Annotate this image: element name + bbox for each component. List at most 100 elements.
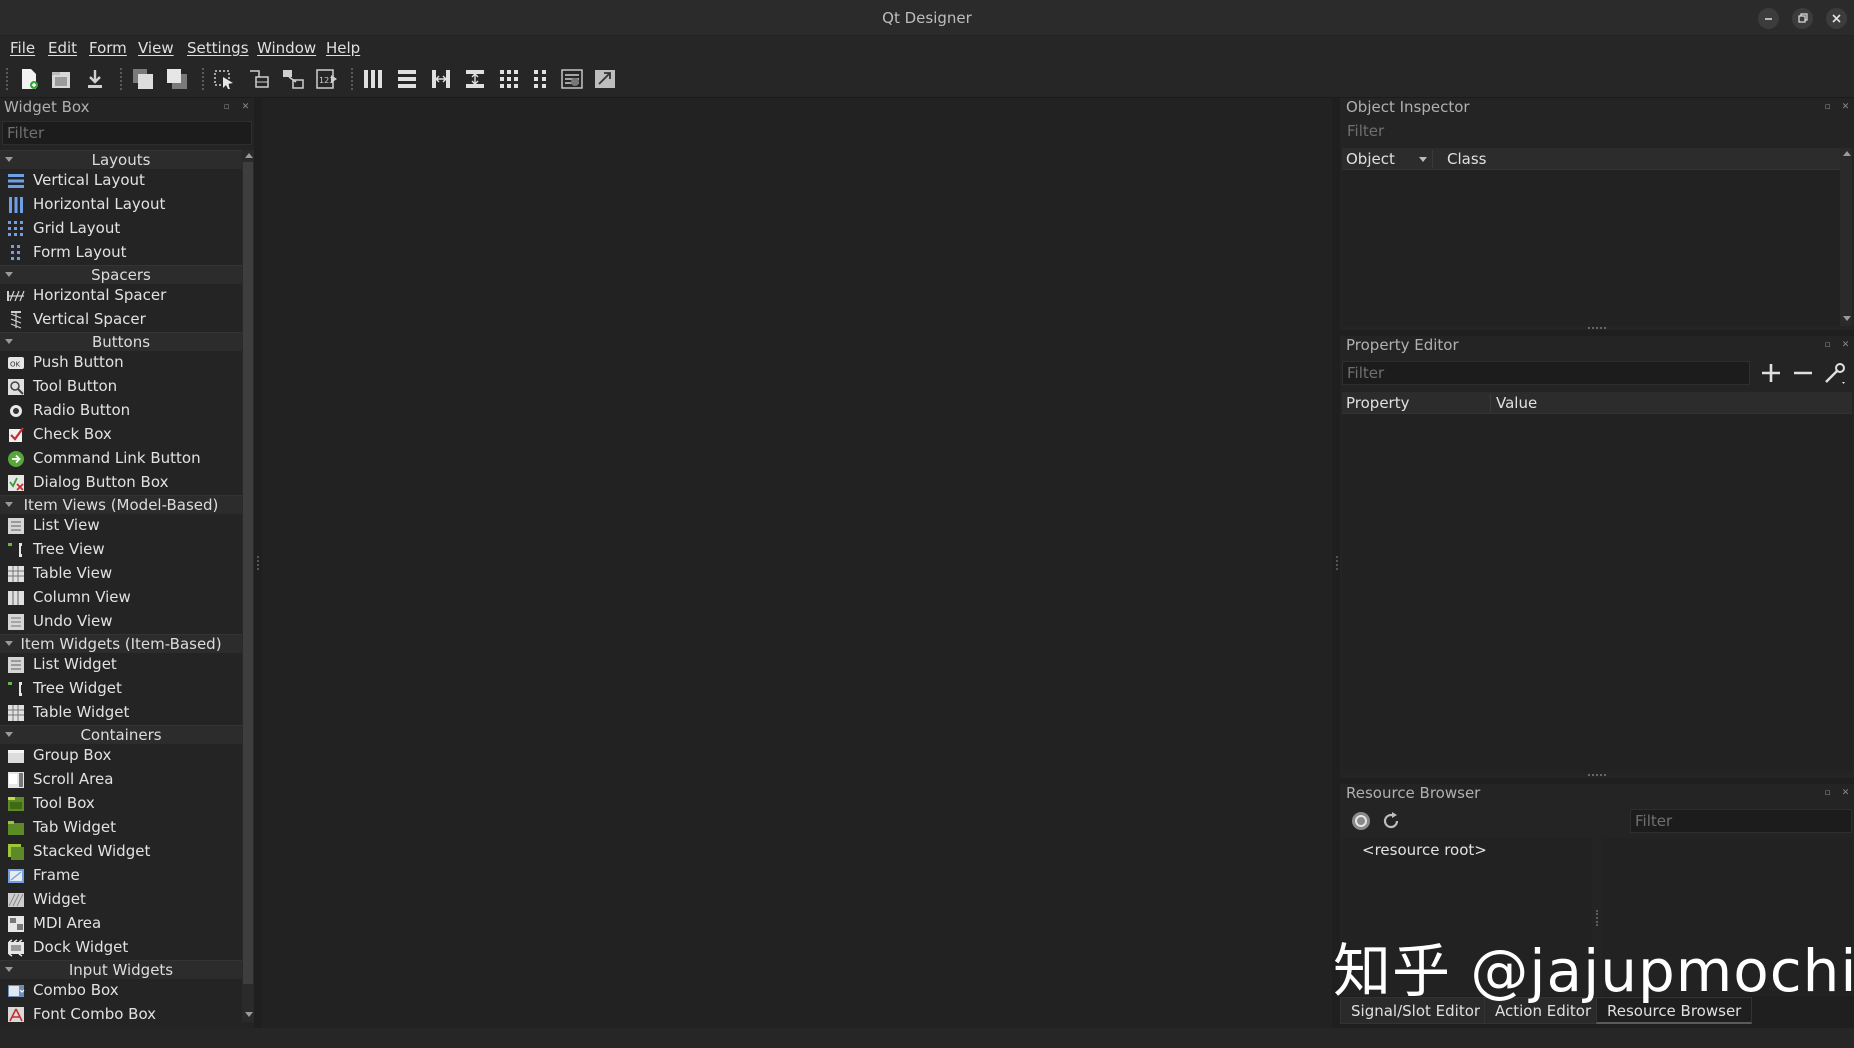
edit-resources-button[interactable] xyxy=(1350,810,1372,832)
widget-item-tab-widget[interactable]: Tab Widget xyxy=(0,816,242,840)
category-header-containers[interactable]: Containers xyxy=(0,725,242,744)
widget-item-scroll-area[interactable]: Scroll Area xyxy=(0,768,242,792)
toolbar-grip[interactable] xyxy=(202,68,205,90)
close-dock-button[interactable]: ✕ xyxy=(1840,102,1851,113)
restore-button[interactable] xyxy=(1792,8,1813,29)
reload-resources-button[interactable] xyxy=(1380,810,1402,832)
left-dock-splitter[interactable] xyxy=(257,556,260,570)
menu-edit[interactable]: Edit xyxy=(48,39,77,57)
widget-item-horizontal-layout[interactable]: Horizontal Layout xyxy=(0,193,242,217)
toolbar-grip[interactable] xyxy=(6,68,9,90)
toolbar-grip[interactable] xyxy=(120,68,123,90)
scrollbar-thumb[interactable] xyxy=(243,162,253,984)
widget-box-filter-input[interactable] xyxy=(2,121,252,145)
category-header-input-widgets[interactable]: Input Widgets xyxy=(0,960,242,979)
widget-item-grid-layout[interactable]: Grid Layout xyxy=(0,217,242,241)
sort-arrow-icon[interactable] xyxy=(1419,157,1427,162)
category-header-spacers[interactable]: Spacers xyxy=(0,265,242,284)
widget-item-undo-view[interactable]: Undo View xyxy=(0,610,242,634)
edit-buddies-button[interactable] xyxy=(281,67,305,91)
lay-out-vertical-splitter-button[interactable] xyxy=(463,67,487,91)
object-inspector-scrollbar[interactable] xyxy=(1840,148,1852,326)
widget-item-check-box[interactable]: Check Box xyxy=(0,423,242,447)
close-button[interactable] xyxy=(1826,8,1847,29)
widget-item-tree-widget[interactable]: Tree Widget xyxy=(0,677,242,701)
scroll-up-arrow-icon[interactable] xyxy=(1843,151,1851,156)
configure-property-button[interactable] xyxy=(1822,360,1848,386)
widget-item-table-view[interactable]: Table View xyxy=(0,562,242,586)
widget-item-list-view[interactable]: List View xyxy=(0,514,242,538)
lay-out-form-button[interactable] xyxy=(529,67,553,91)
widget-item-dock-widget[interactable]: Dock Widget xyxy=(0,936,242,960)
widget-item-widget[interactable]: Widget xyxy=(0,888,242,912)
lay-out-horizontally-button[interactable] xyxy=(361,67,385,91)
widget-item-mdi-area[interactable]: MDI Area xyxy=(0,912,242,936)
object-inspector-filter-input[interactable] xyxy=(1342,119,1852,143)
scroll-down-arrow-icon[interactable] xyxy=(1843,316,1851,321)
float-dock-button[interactable]: ▫ xyxy=(1822,340,1833,351)
close-dock-button[interactable]: ✕ xyxy=(1840,340,1851,351)
resource-root-item[interactable]: <resource root> xyxy=(1362,841,1487,859)
lay-out-horizontal-splitter-button[interactable] xyxy=(429,67,453,91)
widget-item-group-box[interactable]: Group Box xyxy=(0,744,242,768)
category-header-item-views-model-based[interactable]: Item Views (Model-Based) xyxy=(0,495,242,514)
menu-help[interactable]: Help xyxy=(326,39,360,57)
widget-item-radio-button[interactable]: Radio Button xyxy=(0,399,242,423)
remove-property-button[interactable] xyxy=(1790,360,1816,386)
property-editor-filter-input[interactable] xyxy=(1342,361,1750,385)
resource-browser-filter-input[interactable] xyxy=(1630,809,1852,833)
float-dock-button[interactable]: ▫ xyxy=(1822,102,1833,113)
scroll-down-arrow-icon[interactable] xyxy=(245,1012,253,1017)
menu-form[interactable]: Form xyxy=(89,39,127,57)
float-dock-button[interactable]: ▫ xyxy=(221,102,232,113)
widget-item-table-widget[interactable]: Table Widget xyxy=(0,701,242,725)
widget-item-combo-box[interactable]: Combo Box xyxy=(0,979,242,1003)
widget-item-list-widget[interactable]: List Widget xyxy=(0,653,242,677)
close-dock-button[interactable]: ✕ xyxy=(1840,788,1851,799)
column-header-value[interactable]: Value xyxy=(1496,394,1537,412)
widget-item-dialog-button-box[interactable]: Dialog Button Box xyxy=(0,471,242,495)
lay-out-grid-button[interactable] xyxy=(497,67,521,91)
widget-item-vertical-layout[interactable]: Vertical Layout xyxy=(0,169,242,193)
new-form-button[interactable] xyxy=(17,67,41,91)
menu-window[interactable]: Window xyxy=(257,39,316,57)
dock-resize-handle[interactable] xyxy=(1588,327,1606,329)
minimize-button[interactable] xyxy=(1758,8,1779,29)
widget-item-tool-box[interactable]: Tool Box xyxy=(0,792,242,816)
widget-item-column-view[interactable]: Column View xyxy=(0,586,242,610)
menu-view[interactable]: View xyxy=(138,39,174,57)
widget-item-form-layout[interactable]: Form Layout xyxy=(0,241,242,265)
add-property-button[interactable] xyxy=(1758,360,1784,386)
bring-to-front-button[interactable] xyxy=(165,67,189,91)
lay-out-vertically-button[interactable] xyxy=(395,67,419,91)
adjust-size-button[interactable] xyxy=(593,67,617,91)
widget-item-frame[interactable]: Frame xyxy=(0,864,242,888)
widget-item-vertical-spacer[interactable]: Vertical Spacer xyxy=(0,308,242,332)
widget-item-command-link-button[interactable]: Command Link Button xyxy=(0,447,242,471)
form-editor-area[interactable] xyxy=(262,98,1332,1028)
menu-settings[interactable]: Settings xyxy=(187,39,249,57)
float-dock-button[interactable]: ▫ xyxy=(1822,788,1833,799)
close-dock-button[interactable]: ✕ xyxy=(240,102,251,113)
widget-item-stacked-widget[interactable]: Stacked Widget xyxy=(0,840,242,864)
dock-resize-handle[interactable] xyxy=(1588,774,1606,776)
widget-item-tree-view[interactable]: Tree View xyxy=(0,538,242,562)
right-dock-splitter[interactable] xyxy=(1336,556,1339,570)
widget-item-font-combo-box[interactable]: Font Combo Box xyxy=(0,1003,242,1022)
send-to-back-button[interactable] xyxy=(131,67,155,91)
widget-box-scrollbar[interactable] xyxy=(242,150,254,1022)
column-header-object[interactable]: Object xyxy=(1346,150,1395,168)
widget-item-tool-button[interactable]: Tool Button xyxy=(0,375,242,399)
scroll-up-arrow-icon[interactable] xyxy=(245,153,253,158)
edit-signals-slots-button[interactable] xyxy=(247,67,271,91)
category-header-item-widgets-item-based[interactable]: Item Widgets (Item-Based) xyxy=(0,634,242,653)
widget-item-push-button[interactable]: OK Push Button xyxy=(0,351,242,375)
break-layout-button[interactable] xyxy=(560,67,584,91)
toolbar-grip[interactable] xyxy=(351,68,354,90)
open-form-button[interactable] xyxy=(49,67,73,91)
edit-widgets-button[interactable] xyxy=(213,67,237,91)
widget-item-horizontal-spacer[interactable]: Horizontal Spacer xyxy=(0,284,242,308)
edit-tab-order-button[interactable]: 123 xyxy=(315,67,339,91)
property-tree[interactable] xyxy=(1342,414,1852,772)
menu-file[interactable]: File xyxy=(10,39,35,57)
